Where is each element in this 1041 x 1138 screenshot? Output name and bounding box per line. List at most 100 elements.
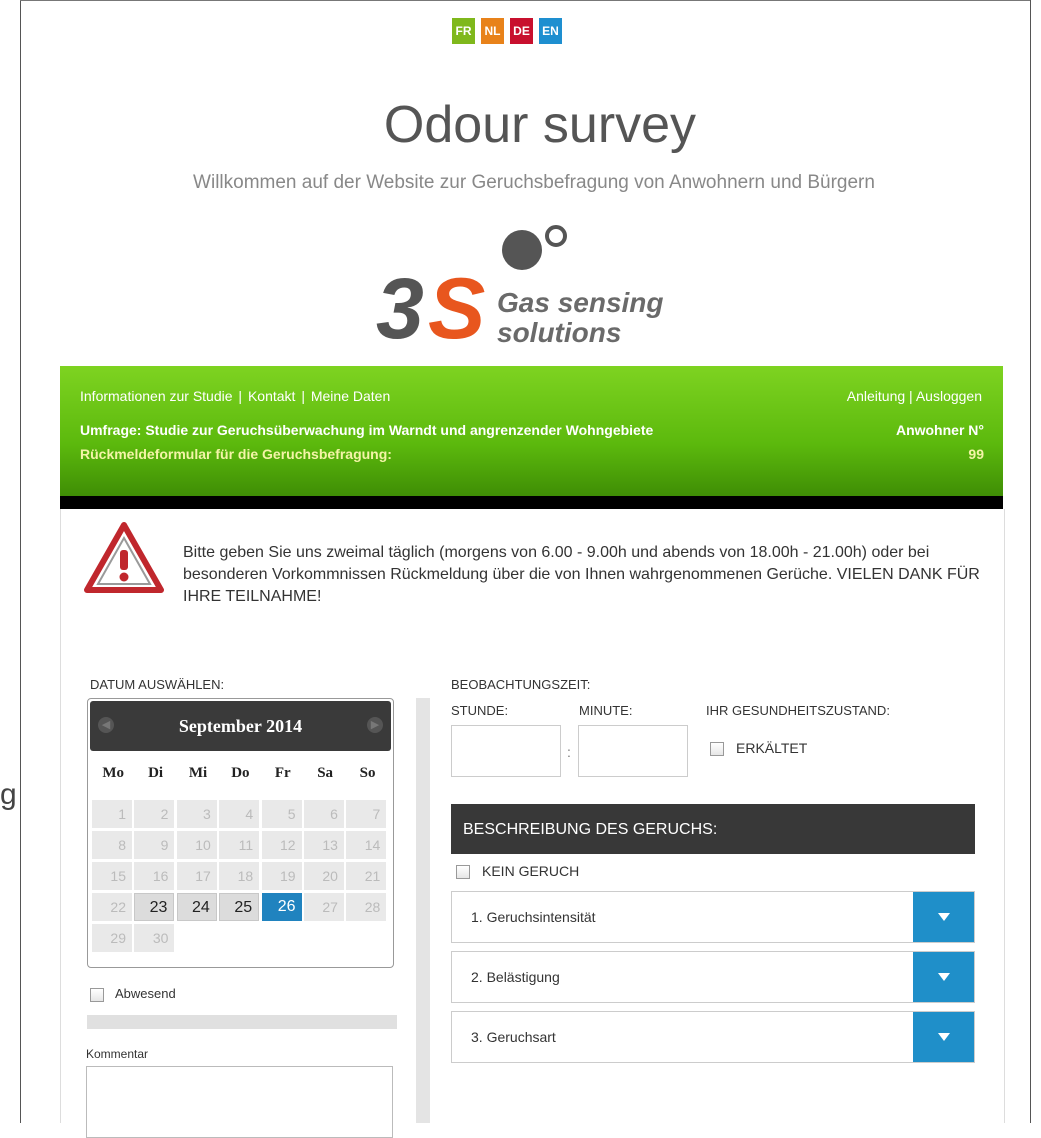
calendar-week: 22 23 24 25 26 27 28 (92, 893, 389, 921)
calendar-day: 10 (176, 831, 217, 859)
nav-separator: | (234, 388, 246, 404)
calendar-month: September 2014 (178, 716, 303, 736)
nav-separator: | (905, 388, 916, 404)
calendar-day: 14 (346, 831, 387, 859)
calendar-day: 12 (261, 831, 302, 859)
lang-fr[interactable]: FR (452, 18, 475, 44)
nav-link-guide[interactable]: Anleitung (847, 388, 905, 404)
time-separator: : (567, 744, 571, 760)
calendar-day: 27 (303, 893, 344, 921)
notice-text: Bitte geben Sie uns zweimal täglich (mor… (183, 544, 980, 605)
weekday-label: So (359, 765, 376, 781)
user-nav: Anleitung | Ausloggen (847, 388, 982, 404)
chevron-down-icon (937, 1033, 950, 1041)
calendar-day: 29 (92, 924, 132, 952)
date-section-label: DATUM AUSWÄHLEN: (90, 677, 225, 692)
svg-text:3: 3 (376, 261, 423, 352)
dropdown-button[interactable] (913, 952, 974, 1002)
select-label: 2. Belästigung (471, 969, 560, 985)
calendar-week: 15 16 17 18 19 20 21 (92, 862, 389, 890)
nav-link-contact[interactable]: Kontakt (248, 388, 295, 404)
calendar-day[interactable]: 26 (261, 893, 302, 921)
absent-checkbox[interactable] (90, 987, 104, 1002)
comment-label: Kommentar (86, 1047, 149, 1061)
window-left-edge (0, 0, 21, 1123)
clipped-glyph: g (0, 778, 17, 811)
calendar-day: 11 (219, 831, 260, 859)
calendar-day: 28 (346, 893, 387, 921)
calendar-days: 1 2 3 4 5 6 7 8 9 10 11 12 13 14 15 16 17 18 19 20 21 22 23 24 2… (92, 800, 389, 955)
dropdown-button[interactable] (913, 892, 974, 942)
calendar-day: 20 (303, 862, 344, 890)
weekday-label: Di (148, 765, 164, 781)
weekday-label: Fr (274, 765, 291, 781)
calendar-day: 4 (219, 800, 260, 828)
form-title: Rückmeldeformular für die Geruchsbefragu… (80, 446, 392, 462)
absent-label: Abwesend (115, 986, 176, 1001)
company-logo: 3 S Gas sensing solutions (376, 225, 664, 352)
weekday-label: Mo (102, 765, 125, 781)
minute-input[interactable] (578, 725, 688, 777)
lang-en[interactable]: EN (539, 18, 562, 44)
chevron-down-icon (937, 913, 950, 921)
warning-icon (84, 522, 164, 593)
next-month-icon[interactable]: ▶ (367, 717, 383, 733)
nav-link-logout[interactable]: Ausloggen (916, 388, 982, 404)
calendar-day[interactable]: 23 (134, 893, 175, 921)
lang-de[interactable]: DE (510, 18, 533, 44)
hour-label: STUNDE: (451, 703, 509, 718)
resident-number: 99 (968, 446, 984, 462)
nav-link-my-data[interactable]: Meine Daten (311, 388, 390, 404)
calendar-day[interactable]: 24 (176, 893, 217, 921)
chevron-down-icon (937, 973, 950, 981)
calendar-day: 7 (346, 800, 387, 828)
cold-option: ERKÄLTET (710, 740, 808, 757)
nav-separator: | (297, 388, 309, 404)
select-label: 1. Geruchsintensität (471, 909, 596, 925)
no-odour-label: KEIN GERUCH (482, 863, 580, 879)
no-odour-checkbox[interactable] (456, 865, 470, 880)
calendar-day: 16 (134, 862, 175, 890)
dropdown-button[interactable] (913, 1012, 974, 1062)
calendar-day: 15 (92, 862, 132, 890)
page-title: Odour survey (383, 96, 697, 154)
calendar-day: 21 (346, 862, 387, 890)
hour-input[interactable] (451, 725, 561, 777)
survey-title: Umfrage: Studie zur Geruchsüberwachung i… (80, 422, 654, 438)
calendar-day: 18 (219, 862, 260, 890)
calendar-day: 6 (303, 800, 344, 828)
survey-header-bar: Informationen zur Studie | Kontakt | Mei… (60, 366, 1003, 509)
absent-option: Abwesend (90, 986, 176, 1002)
svg-text:solutions: solutions (497, 317, 621, 348)
calendar-day[interactable]: 25 (219, 893, 260, 921)
calendar-day: 2 (134, 800, 175, 828)
odour-type-select[interactable]: 3. Geruchsart (451, 1011, 975, 1063)
svg-text:S: S (428, 261, 485, 352)
calendar-day: 1 (92, 800, 132, 828)
comment-textarea[interactable] (86, 1066, 393, 1138)
calendar-week: 29 30 (92, 924, 389, 952)
annoyance-select[interactable]: 2. Belästigung (451, 951, 975, 1003)
cold-checkbox[interactable] (710, 742, 724, 757)
odour-description-header: BESCHREIBUNG DES GERUCHS: (451, 804, 975, 854)
window-top-edge (20, 0, 1030, 7)
separator-bar (87, 1015, 397, 1029)
minute-label: MINUTE: (579, 703, 633, 718)
weekday-header: Mo Di Mi Do Fr Sa So (92, 765, 389, 782)
calendar-day: 5 (261, 800, 302, 828)
language-switcher: FR NL DE EN (452, 18, 562, 44)
cold-label: ERKÄLTET (736, 740, 808, 756)
select-label: 3. Geruchsart (471, 1029, 556, 1045)
calendar-day: 9 (134, 831, 175, 859)
weekday-label: Sa (317, 765, 334, 781)
date-picker: ◀ September 2014 ▶ Mo Di Mi Do Fr Sa So … (87, 698, 394, 968)
calendar-day: 30 (134, 924, 175, 952)
lang-nl[interactable]: NL (481, 18, 504, 44)
calendar-day: 3 (176, 800, 217, 828)
main-nav: Informationen zur Studie | Kontakt | Mei… (80, 388, 392, 404)
nav-link-study-info[interactable]: Informationen zur Studie (80, 388, 233, 404)
svg-text:Gas sensing: Gas sensing (497, 287, 664, 318)
calendar-week: 8 9 10 11 12 13 14 (92, 831, 389, 859)
odour-intensity-select[interactable]: 1. Geruchsintensität (451, 891, 975, 943)
weekday-label: Mi (188, 765, 208, 781)
